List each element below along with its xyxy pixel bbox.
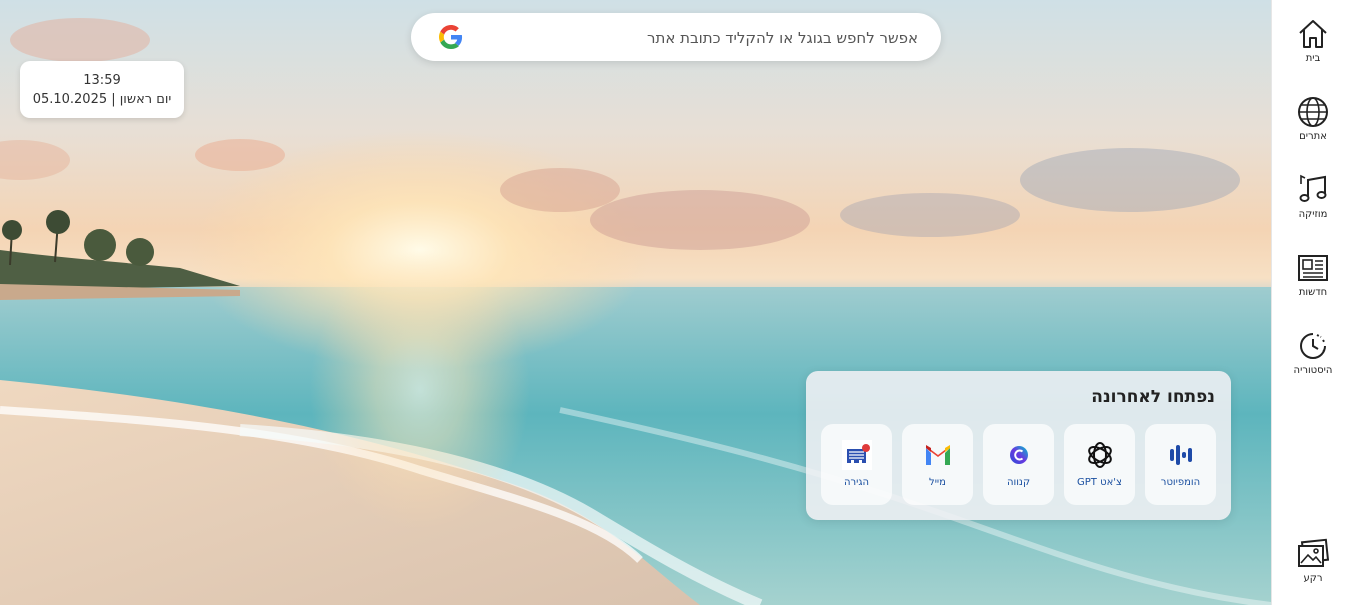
recent-tile-canva[interactable]: קנווה <box>983 424 1054 505</box>
sidebar-item-news[interactable]: חדשות <box>1272 252 1353 298</box>
sidebar-item-label: חדשות <box>1298 287 1328 298</box>
recently-opened-title: נפתחו לאחרונה <box>1091 387 1215 407</box>
sidebar-item-music[interactable]: מוזיקה <box>1272 174 1353 220</box>
home-icon <box>1299 20 1327 48</box>
globe-icon <box>1298 97 1328 127</box>
news-icon <box>1298 255 1328 281</box>
recent-tile-homepiter[interactable]: הומפיוטר <box>1145 424 1216 505</box>
recent-tile-gmail[interactable]: מייל <box>902 424 973 505</box>
chatgpt-icon <box>1088 442 1112 468</box>
recent-tile-migration[interactable]: הגירה <box>821 424 892 505</box>
canva-icon <box>1010 446 1028 464</box>
search-bar[interactable] <box>411 13 941 63</box>
recently-opened-panel: נפתחו לאחרונה הומפיוטר צ'אט GPT קנווה מי… <box>806 371 1231 520</box>
background-button[interactable]: רקע <box>1272 538 1353 584</box>
migration-icon <box>842 440 872 470</box>
clock-widget: 13:59 יום ראשון | 05.10.2025 <box>20 61 184 118</box>
homepiter-icon <box>1170 445 1192 465</box>
sidebar-item-label: מוזיקה <box>1298 209 1328 220</box>
background-button-label: רקע <box>1303 573 1323 584</box>
clock-time: 13:59 <box>83 73 121 88</box>
google-icon <box>439 25 463 49</box>
recent-tile-label: קנווה <box>1006 477 1031 488</box>
clock-date: יום ראשון | 05.10.2025 <box>32 92 172 107</box>
image-icon <box>1298 538 1329 567</box>
recent-tile-label: הגירה <box>843 477 870 488</box>
sidebar-item-home[interactable]: בית <box>1272 18 1353 64</box>
sidebar-item-label: אתרים <box>1299 131 1327 142</box>
sidebar-item-label: בית <box>1305 53 1321 64</box>
sidebar: בית אתרים מוזיקה חדשות היסטוריה רקע <box>1271 0 1353 605</box>
recent-tile-label: מייל <box>929 477 946 488</box>
search-input[interactable] <box>471 13 920 63</box>
music-icon <box>1299 174 1327 202</box>
sidebar-item-label: היסטוריה <box>1293 365 1333 376</box>
recent-tile-label: צ'אט GPT <box>1077 477 1122 488</box>
recent-tile-chatgpt[interactable]: צ'אט GPT <box>1064 424 1135 505</box>
gmail-icon <box>926 445 950 465</box>
sidebar-item-history[interactable]: היסטוריה <box>1272 330 1353 376</box>
history-icon <box>1300 333 1326 359</box>
recent-tile-label: הומפיוטר <box>1160 477 1201 488</box>
sidebar-item-sites[interactable]: אתרים <box>1272 96 1353 142</box>
